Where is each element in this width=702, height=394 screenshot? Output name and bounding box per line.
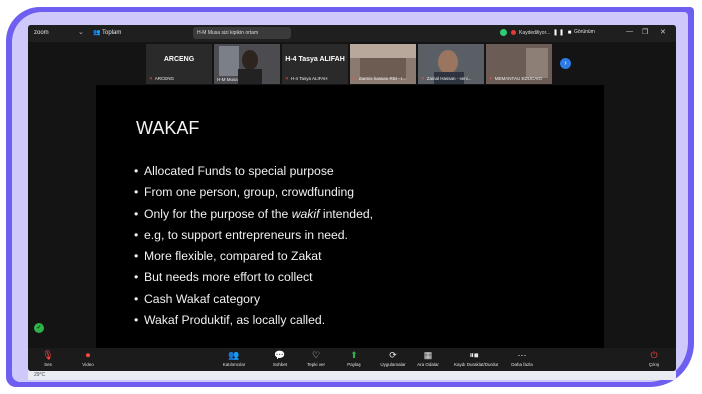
record-indicator-icon — [511, 30, 516, 35]
participants-label[interactable]: 👥 Toplam — [93, 29, 121, 36]
bullet-item: • Allocated Funds to special purpose — [134, 164, 334, 178]
record-pause-icon: ⏸⏹ — [469, 350, 479, 360]
share-screen-icon: ⬆ — [350, 350, 358, 360]
apps-button[interactable]: ⟳ Uygulamalar — [373, 350, 413, 367]
microphone-muted-icon: ✕ — [489, 76, 493, 81]
bullet-item: • Cash Wakaf category — [134, 291, 261, 306]
participant-name: ✕ ARCENG — [149, 76, 175, 81]
bullet-item: • More flexible, compared to Zakat — [134, 249, 322, 264]
participants-text: Toplam — [102, 30, 122, 36]
leave-button[interactable]: ⏻ Çıkış — [634, 350, 674, 367]
more-icon: ⋯ — [517, 350, 527, 360]
apps-icon: ⟳ — [389, 350, 397, 360]
participants-icon: 👥 — [93, 30, 101, 36]
view-button[interactable]: Görünüm — [574, 29, 595, 35]
breakout-rooms-button[interactable]: ▦ Ara Odalar — [408, 350, 448, 367]
participants-button[interactable]: 👥 Katılımcılar — [214, 350, 254, 367]
close-icon[interactable]: ✕ — [660, 28, 666, 36]
participant-name: ✕ Zarmis hassan RBI - I... — [353, 76, 407, 81]
participant-tile-active[interactable]: H-M Musa — [214, 44, 280, 84]
participant-name: ✕ MEMANTAU EDUCAIO — [489, 76, 542, 81]
meeting-info-pill[interactable]: H-M Musa sizi kipikin ortam — [193, 27, 291, 39]
shared-screen-slide: WAKAF • Allocated Funds to special purpos… — [96, 85, 604, 350]
participant-tile[interactable]: ✕ Zainal Hassan - seni... — [418, 44, 484, 84]
microphone-muted-icon: ✕ — [285, 76, 289, 81]
os-taskbar: 29°C — [28, 371, 676, 380]
zoom-window: zoom ⌄ 👥 Toplam H-M Musa sizi kipikin or… — [28, 25, 676, 371]
participant-strip: ARCENG ✕ ARCENG H-M Musa H-4 Tasya ALIFAH… — [146, 44, 556, 84]
video-button[interactable]: ⏺ Video — [68, 350, 108, 367]
participant-tile[interactable]: ✕ MEMANTAU EDUCAIO — [486, 44, 552, 84]
participant-name: ✕ Zainal Hassan - seni... — [421, 76, 472, 81]
react-button[interactable]: ♡ Tepki ver — [296, 350, 336, 367]
weather-widget[interactable]: 29°C — [34, 372, 45, 378]
slide-title: WAKAF — [136, 118, 200, 138]
record-button[interactable]: ⏸⏹ Kaydı Duraklat/Durdur — [454, 350, 499, 367]
app-name: zoom — [34, 30, 49, 36]
more-button[interactable]: ⋯ Daha fazla — [502, 350, 542, 367]
bullet-item: • Only for the purpose of the wakif inten… — [134, 206, 374, 221]
participant-name: ✕ H-4 Tasya ALIFAH — [285, 76, 328, 81]
bullet-list: • Allocated Funds to special purpose • Fro… — [134, 161, 373, 331]
security-icon[interactable]: ✓ — [34, 323, 44, 333]
record-pause-icon[interactable]: ❚❚ ■ — [553, 29, 572, 36]
bullet-item: • e.g, to support entrepreneurs in need. — [134, 227, 348, 242]
bullet-item: • Wakaf Produktif, as locally called. — [134, 313, 326, 328]
shield-icon[interactable] — [500, 29, 507, 36]
share-button[interactable]: ⬆ Paylaş — [334, 350, 374, 367]
microphone-muted-icon: ✕ — [421, 76, 425, 81]
title-bar: zoom ⌄ 👥 Toplam H-M Musa sizi kipikin or… — [28, 25, 676, 42]
bullet-item: • But needs more effort to collect — [134, 270, 313, 285]
microphone-muted-icon: ✕ — [149, 76, 153, 81]
bullet-item: • From one person, group, crowdfunding — [134, 185, 355, 200]
participant-tile[interactable]: ✕ Zarmis hassan RBI - I... — [350, 44, 416, 84]
breakout-rooms-icon: ▦ — [423, 350, 433, 360]
next-participants-icon[interactable]: › — [560, 58, 571, 69]
microphone-muted-icon: ✕ — [353, 76, 357, 81]
participant-big-name: H-4 Tasya ALIFAH — [285, 56, 345, 63]
participant-tile[interactable]: ARCENG ✕ ARCENG — [146, 44, 212, 84]
chat-button[interactable]: 💬 Sohbet — [260, 350, 300, 367]
maximize-icon[interactable]: ❐ — [642, 28, 648, 36]
participant-tile[interactable]: H-4 Tasya ALIFAH ✕ H-4 Tasya ALIFAH — [282, 44, 348, 84]
meeting-toolbar: 🎙 Ses ⏺ Video 👥 Katılımcılar 💬 Sohbet ♡ Tepki… — [28, 348, 676, 371]
leave-icon: ⏻ — [650, 350, 658, 360]
heart-icon: ♡ — [311, 350, 321, 360]
microphone-muted-icon: 🎙 — [42, 350, 54, 360]
chevron-down-icon[interactable]: ⌄ — [78, 28, 84, 36]
participants-icon: 👥 — [228, 350, 240, 360]
participant-name: H-M Musa — [217, 77, 238, 82]
participant-big-name: ARCENG — [163, 56, 195, 63]
minimize-icon[interactable]: — — [626, 28, 633, 35]
chat-icon: 💬 — [274, 350, 286, 360]
video-off-icon: ⏺ — [85, 350, 91, 360]
audio-button[interactable]: 🎙 Ses — [28, 350, 68, 367]
recording-status: Kaydediliyor... — [519, 30, 551, 36]
